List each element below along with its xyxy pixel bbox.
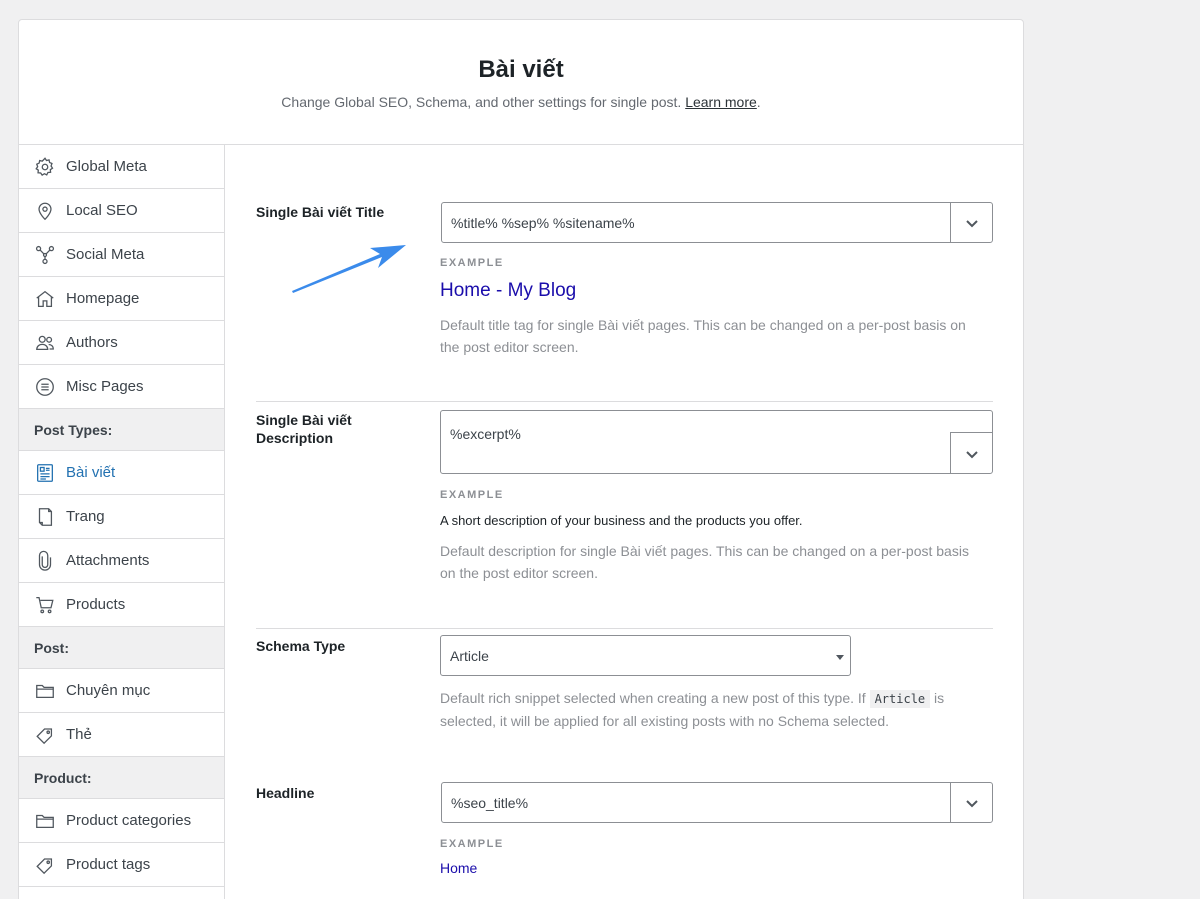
divider [256, 628, 993, 629]
chevron-down-icon [965, 219, 978, 227]
sidebar-nav: Global Meta Local SEO Social Meta Homepa… [19, 145, 225, 899]
schema-help-text: Default rich snippet selected when creat… [440, 690, 945, 729]
list-circle-icon [36, 377, 54, 396]
sidebar-item-products[interactable]: Products [19, 583, 224, 627]
sidebar-item-the[interactable]: Thẻ [19, 713, 224, 757]
headline-example-label: EXAMPLE [440, 838, 504, 850]
caret-down-icon [836, 655, 844, 660]
sidebar-item-attachments[interactable]: Attachments [19, 539, 224, 583]
description-field-label: Single Bài viết Description [256, 412, 352, 446]
chevron-down-icon [965, 799, 978, 807]
folder-icon [36, 684, 54, 698]
settings-panel: Bài viết Change Global SEO, Schema, and … [18, 19, 1024, 899]
post-icon [37, 463, 53, 482]
title-example-value: Home - My Blog [440, 280, 577, 301]
sidebar-group-post: Post: [19, 627, 224, 669]
schema-type-value[interactable]: Article [450, 648, 489, 664]
sidebar-group-post-types: Post Types: [19, 409, 224, 451]
page-subtitle: Change Global SEO, Schema, and other set… [281, 94, 761, 110]
headline-label: Headline [256, 785, 315, 801]
sidebar-item-social-meta[interactable]: Social Meta [19, 233, 224, 277]
schema-code-article: Article [869, 690, 931, 708]
pointer-arrow-icon [292, 245, 406, 293]
sidebar-item-misc-pages[interactable]: Misc Pages [19, 365, 224, 409]
sidebar-item-bai-viet[interactable]: Bài viết [19, 451, 224, 495]
sidebar-item-product-categories[interactable]: Product categories [19, 799, 224, 843]
sidebar-item-homepage[interactable]: Homepage [19, 277, 224, 321]
title-variables-dropdown[interactable] [950, 203, 992, 242]
learn-more-link[interactable]: Learn more [685, 94, 757, 110]
page-header: Bài viết Change Global SEO, Schema, and … [19, 20, 1023, 145]
description-variables-dropdown[interactable] [950, 432, 992, 474]
sidebar-item-product-tags[interactable]: Product tags [19, 843, 224, 887]
title-input[interactable]: %title% %sep% %sitename% [441, 202, 993, 243]
title-input-value[interactable]: %title% %sep% %sitename% [451, 215, 635, 231]
title-help-text: Default title tag for single Bài viết pa… [440, 317, 966, 355]
tag-icon [36, 857, 53, 874]
description-textarea[interactable]: %excerpt% [440, 410, 993, 474]
divider [256, 401, 993, 402]
sidebar-item-chuyen-muc[interactable]: Chuyên mục [19, 669, 224, 713]
sidebar-group-product: Product: [19, 757, 224, 799]
tag-icon [36, 727, 53, 744]
title-example-label: EXAMPLE [440, 257, 504, 269]
description-value[interactable]: %excerpt% [450, 426, 521, 442]
description-example-value: A short description of your business and… [440, 513, 803, 528]
headline-example-value: Home [440, 860, 478, 876]
paperclip-icon [38, 550, 52, 571]
title-field-label: Single Bài viết Title [256, 204, 385, 220]
schema-type-label: Schema Type [256, 638, 346, 654]
schema-type-select[interactable]: Article [440, 635, 851, 676]
headline-input[interactable]: %seo_title% [441, 782, 993, 823]
map-pin-icon [38, 202, 52, 220]
sidebar-item-trang[interactable]: Trang [19, 495, 224, 539]
cart-icon [36, 596, 54, 613]
share-nodes-icon [35, 245, 55, 264]
home-icon [36, 290, 54, 307]
users-icon [36, 335, 54, 350]
headline-variables-dropdown[interactable] [950, 783, 992, 822]
gear-icon [35, 156, 54, 176]
sidebar-item-global-meta[interactable]: Global Meta [19, 145, 224, 189]
sidebar-item-authors[interactable]: Authors [19, 321, 224, 365]
chevron-down-icon [965, 450, 978, 458]
page-title: Bài viết [478, 56, 564, 83]
headline-input-value[interactable]: %seo_title% [451, 795, 528, 811]
description-example-label: EXAMPLE [440, 489, 504, 501]
description-help-text: Default description for single Bài viết … [440, 543, 969, 581]
page-icon [38, 507, 53, 526]
folder-icon [36, 814, 54, 828]
sidebar-item-local-seo[interactable]: Local SEO [19, 189, 224, 233]
